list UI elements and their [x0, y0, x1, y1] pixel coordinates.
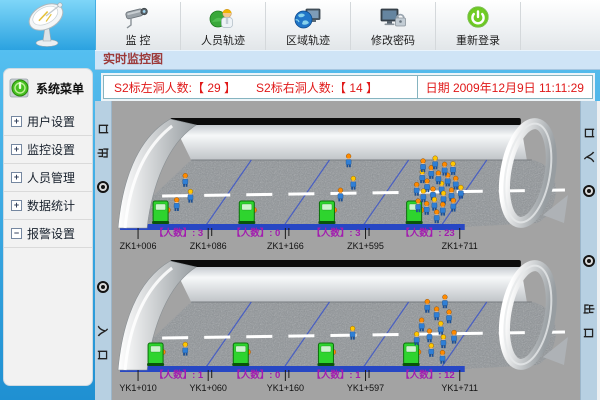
reader-station-icon: [317, 343, 335, 366]
sidebar-item-label: 人员管理: [27, 169, 75, 186]
reader-station-icon: [232, 343, 250, 366]
toolbar-button-label: 区域轨迹: [286, 32, 330, 48]
sidebar: 系统菜单 + 用户设置 + 监控设置 + 人员管理 + 数据统计 − 报警设置: [0, 50, 95, 400]
reader-station-icon: [147, 343, 165, 366]
people-count-label: 【人数】: 3: [154, 227, 203, 239]
reader-station-icon: [238, 201, 256, 224]
sidebar-item-label: 监控设置: [27, 141, 75, 158]
sidebar-item-alarm-settings[interactable]: − 报警设置: [4, 220, 92, 248]
expand-icon[interactable]: +: [11, 172, 22, 183]
portal-label-char: 口: [95, 348, 111, 362]
change-password-icon: [378, 5, 408, 31]
left-tunnel-count: S2标左洞人数:【 29 】: [114, 79, 236, 96]
expand-icon[interactable]: +: [11, 144, 22, 155]
date-label: 日期 2009年12月9日 11:11:29: [426, 79, 584, 96]
sidebar-item-data-statistics[interactable]: + 数据统计: [4, 192, 92, 220]
sidebar-item-label: 报警设置: [27, 225, 75, 242]
relogin-icon: [463, 5, 493, 31]
chainage-label: YK1+711: [441, 383, 478, 393]
relogin-button[interactable]: 重新登录: [436, 2, 521, 51]
people-count-label: 【人数】: 1: [311, 369, 361, 381]
toolbar-button-label: 修改密码: [371, 32, 415, 48]
expand-icon[interactable]: +: [11, 116, 22, 127]
area-track-button[interactable]: 区域轨迹: [266, 2, 351, 51]
sidebar-title: 系统菜单: [36, 80, 84, 97]
date-cell: 日期 2009年12月9日 11:11:29: [418, 76, 592, 98]
satellite-dish-icon: [0, 0, 95, 50]
sidebar-item-personnel-management[interactable]: + 人员管理: [4, 164, 92, 192]
info-bar: S2标左洞人数:【 29 】 S2标右洞人数:【 14 】 日期 2009年12…: [103, 75, 593, 99]
sidebar-header: 系统菜单: [4, 69, 92, 108]
people-count-label: 【人数】: 12: [400, 369, 454, 381]
toolbar-button-label: 重新登录: [456, 32, 500, 48]
reader-station-icon: [406, 201, 424, 224]
app-logo: [0, 0, 96, 51]
tunnel-counts: S2标左洞人数:【 29 】 S2标右洞人数:【 14 】: [104, 76, 418, 98]
reader-station-icon: [403, 343, 421, 366]
left-strip: 口出入口: [95, 101, 112, 400]
chainage-label: YK1+597: [347, 383, 384, 393]
sidebar-item-label: 数据统计: [27, 197, 75, 214]
collapse-icon[interactable]: −: [11, 228, 22, 239]
person-track-button[interactable]: 人员轨迹: [181, 2, 266, 51]
people-count-label: 【人数】: 1: [154, 369, 204, 381]
chainage-label: YK1+060: [190, 383, 227, 393]
toolbar-button-label: 人员轨迹: [201, 32, 245, 48]
expand-icon[interactable]: +: [11, 200, 22, 211]
monitor-canvas: 口出入口 口入出口: [95, 101, 600, 400]
people-count-label: 【人数】: 0: [231, 369, 280, 381]
tunnel-diagram-left-bore: ZK1+006ZK1+086【人数】: 3ZK1+166【人数】: 0ZK1+5…: [112, 105, 585, 255]
tab-realtime-monitor[interactable]: 实时监控图: [95, 51, 600, 68]
sidebar-item-user-settings[interactable]: + 用户设置: [4, 108, 92, 136]
reader-station-icon: [318, 201, 336, 224]
fan-icon: [97, 281, 109, 293]
area-track-icon: [293, 5, 323, 31]
fan-icon: [97, 181, 109, 193]
system-menu-icon: [8, 76, 32, 100]
people-count-label: 【人数】: 3: [311, 227, 360, 239]
toolbar-button-label: 监 控: [125, 32, 150, 48]
chainage-label: YK1+010: [119, 383, 156, 393]
main-area: 实时监控图 S2标左洞人数:【 29 】 S2标右洞人数:【 14 】 日期 2…: [95, 50, 600, 400]
portal-label-char: 口: [95, 122, 111, 136]
right-tunnel-count: S2标右洞人数:【 14 】: [256, 79, 378, 96]
sidebar-item-label: 用户设置: [27, 113, 75, 130]
cctv-camera-icon: [123, 5, 153, 31]
change-password-button[interactable]: 修改密码: [351, 2, 436, 51]
tab-bar: 实时监控图: [95, 50, 600, 70]
sidebar-item-monitor-settings[interactable]: + 监控设置: [4, 136, 92, 164]
monitor-button[interactable]: 监 控: [96, 2, 181, 51]
people-count-label: 【人数】: 23: [400, 227, 454, 239]
tunnel-diagram-right-bore: YK1+010 YK1+060 【人数】: 1 YK1+160 【人数】: 0 YK1+5…: [112, 247, 585, 397]
sidebar-panel: 系统菜单 + 用户设置 + 监控设置 + 人员管理 + 数据统计 − 报警设置: [3, 68, 93, 386]
main-toolbar: 监 控 人员轨迹 区域轨迹: [96, 0, 600, 51]
person-track-icon: [208, 5, 238, 31]
reader-station-icon: [152, 201, 170, 224]
portal-label-char: 出: [95, 146, 111, 160]
portal-label-char: 入: [95, 324, 111, 338]
people-count-label: 【人数】: 0: [231, 227, 280, 239]
chainage-label: YK1+160: [267, 383, 304, 393]
